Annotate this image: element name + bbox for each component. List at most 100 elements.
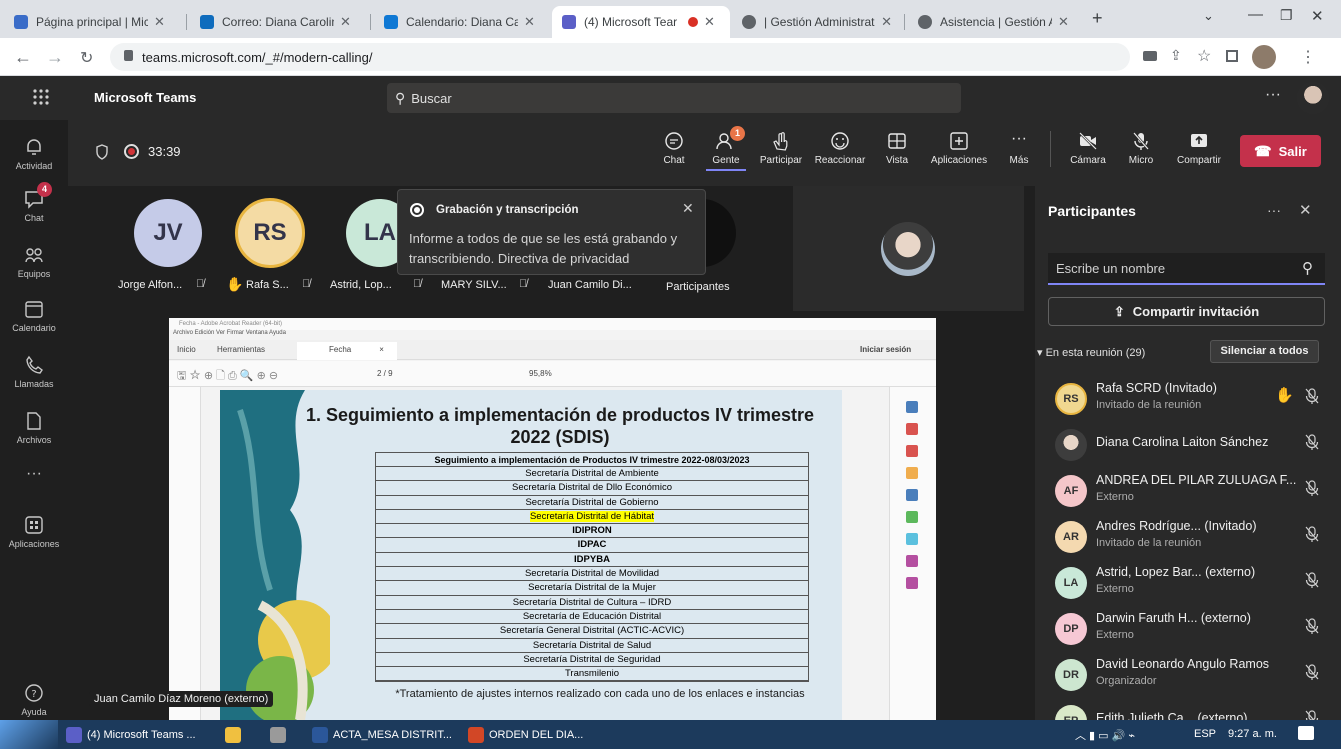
pdf-page-info[interactable]: 2 / 9 xyxy=(377,369,393,378)
url-input[interactable]: teams.microsoft.com/_#/modern-calling/ xyxy=(110,43,1130,71)
muted-mic-icon[interactable] xyxy=(1303,663,1323,683)
close-icon[interactable]: ✕ xyxy=(154,14,165,30)
leave-button[interactable]: ☎ Salir xyxy=(1240,135,1321,167)
browser-tab-calendar[interactable]: Calendario: Diana Car ✕ xyxy=(374,6,552,38)
clock[interactable]: 9:27 a. m. xyxy=(1228,728,1277,740)
tray-icons[interactable]: ︿ ▮ ▭ 🔊 ⌁ xyxy=(1075,727,1135,743)
pdf-zoom[interactable]: 95,8% xyxy=(529,369,552,378)
toolbar-apps-button[interactable]: Aplicaciones xyxy=(926,131,992,166)
hand-icon xyxy=(771,131,791,151)
close-icon[interactable]: ✕ xyxy=(524,14,535,30)
rail-item-more[interactable]: ··· xyxy=(0,465,68,483)
start-button[interactable] xyxy=(0,720,58,749)
minimize-icon[interactable]: — xyxy=(1248,6,1263,23)
pdf-tab-tools[interactable]: Herramientas xyxy=(217,345,265,354)
taskbar-word[interactable]: ACTA_MESA DISTRIT... xyxy=(312,723,452,747)
muted-mic-icon[interactable] xyxy=(1303,433,1323,453)
close-icon[interactable]: ✕ xyxy=(881,14,892,30)
settings-more-icon[interactable]: ··· xyxy=(1265,86,1281,104)
share-invite-button[interactable]: ⇪ Compartir invitación xyxy=(1048,297,1325,326)
tab-search-icon[interactable]: ⌄ xyxy=(1203,8,1214,24)
gallery-avatar-rs[interactable]: RS xyxy=(235,198,305,268)
app-launcher-icon[interactable] xyxy=(32,88,50,106)
add-app-icon xyxy=(949,131,969,151)
close-icon[interactable]: ✕ xyxy=(1299,201,1312,219)
reload-icon[interactable]: ↻ xyxy=(80,48,93,68)
pdf-table-header: Seguimiento a implementación de Producto… xyxy=(376,453,808,467)
new-tab-icon[interactable]: + xyxy=(1092,8,1103,29)
window-close-icon[interactable]: ✕ xyxy=(1311,7,1324,25)
browser-tab-home[interactable]: Página principal | Micr ✕ xyxy=(4,6,184,38)
restore-icon[interactable]: ❐ xyxy=(1280,7,1293,24)
toolbar-people-button[interactable]: 1 Gente xyxy=(706,126,746,171)
toolbar-more-button[interactable]: ··· Más xyxy=(1006,131,1032,167)
toolbar-chat-button[interactable]: Chat xyxy=(660,131,688,166)
pdf-tab-doc[interactable]: Fecha × xyxy=(297,342,397,360)
muted-mic-icon[interactable] xyxy=(1303,525,1323,545)
pdf-tab-home[interactable]: Inicio xyxy=(177,345,196,354)
muted-mic-icon[interactable] xyxy=(1303,479,1323,499)
participant-search-input[interactable]: Escribe un nombre ⚲ xyxy=(1048,253,1325,285)
self-video-tile[interactable] xyxy=(793,186,1024,311)
search-input[interactable]: ⚲ Buscar xyxy=(387,83,961,113)
pdf-signin[interactable]: Iniciar sesión xyxy=(860,345,911,354)
taskbar-explorer[interactable] xyxy=(225,723,246,747)
rail-item-chat[interactable]: 4 Chat xyxy=(0,182,68,223)
rail-item-ayuda[interactable]: ? Ayuda xyxy=(0,682,68,717)
toolbar-share-button[interactable]: Compartir xyxy=(1173,131,1225,166)
sidepanel-icon[interactable] xyxy=(1226,50,1238,62)
browser-menu-icon[interactable]: ⋮ xyxy=(1300,47,1316,67)
participant-row[interactable]: LA Astrid, Lopez Bar... (externo) Externo xyxy=(1035,559,1341,605)
browser-tab-mail[interactable]: Correo: Diana Carolina ✕ xyxy=(190,6,368,38)
browser-tab-asistencia[interactable]: Asistencia | Gestión A ✕ xyxy=(908,6,1080,38)
mute-all-button[interactable]: Silenciar a todos xyxy=(1210,340,1319,363)
muted-mic-icon[interactable] xyxy=(1303,387,1323,407)
user-avatar[interactable] xyxy=(1297,82,1329,114)
participant-row[interactable]: RS Rafa SCRD (Invitado) Invitado de la reu… xyxy=(1035,375,1341,421)
toolbar-react-button[interactable]: Reaccionar xyxy=(811,131,869,166)
browser-tab-gestion[interactable]: | Gestión Administrati ✕ xyxy=(732,6,902,38)
rail-item-actividad[interactable]: Actividad xyxy=(0,136,68,171)
rail-item-archivos[interactable]: Archivos xyxy=(0,410,68,445)
participant-role: Externo xyxy=(1096,629,1134,641)
participant-row[interactable]: AR Andres Rodrígue... (Invitado) Invitado … xyxy=(1035,513,1341,559)
close-icon[interactable]: ✕ xyxy=(340,14,351,30)
notifications-icon[interactable] xyxy=(1298,726,1314,740)
rail-item-equipos[interactable]: Equipos xyxy=(0,244,68,279)
shield-icon[interactable] xyxy=(95,144,109,160)
in-meeting-section-toggle[interactable]: ▾ En esta reunión (29) xyxy=(1037,346,1145,359)
taskbar-teams[interactable]: (4) Microsoft Teams ... xyxy=(66,723,196,747)
taskbar-app[interactable] xyxy=(270,723,291,747)
pane-more-icon[interactable]: ··· xyxy=(1267,202,1281,218)
share-page-icon[interactable]: ⇪ xyxy=(1170,47,1182,64)
overflow-participants-label[interactable]: Participantes xyxy=(666,281,730,293)
close-icon[interactable]: ✕ xyxy=(704,14,715,30)
muted-mic-icon[interactable] xyxy=(1303,571,1323,591)
toolbar-mic-button[interactable]: Micro xyxy=(1126,131,1156,166)
rail-item-llamadas[interactable]: Llamadas xyxy=(0,354,68,389)
forward-icon[interactable]: → xyxy=(46,47,64,68)
profile-avatar[interactable] xyxy=(1252,45,1276,69)
camera-in-use-icon[interactable] xyxy=(1143,51,1157,61)
close-icon[interactable]: ✕ xyxy=(1058,14,1069,30)
close-icon[interactable]: × xyxy=(379,345,384,354)
toolbar-raise-hand-button[interactable]: Participar xyxy=(758,131,804,166)
participant-row[interactable]: DP Darwin Faruth H... (externo) Externo xyxy=(1035,605,1341,651)
participant-row[interactable]: Diana Carolina Laiton Sánchez xyxy=(1035,421,1341,467)
participant-row[interactable]: DR David Leonardo Angulo Ramos Organizador xyxy=(1035,651,1341,697)
bookmark-star-icon[interactable]: ☆ xyxy=(1197,46,1211,66)
taskbar-powerpoint[interactable]: ORDEN DEL DIA... xyxy=(468,723,583,747)
participant-row[interactable]: AF ANDREA DEL PILAR ZULUAGA F... Externo xyxy=(1035,467,1341,513)
gallery-avatar-jv[interactable]: JV xyxy=(134,199,202,267)
language-indicator[interactable]: ESP xyxy=(1194,728,1216,740)
toolbar-view-button[interactable]: Vista xyxy=(882,131,912,166)
back-icon[interactable]: ← xyxy=(14,47,32,68)
rail-item-aplicaciones[interactable]: Aplicaciones xyxy=(0,514,68,549)
browser-tab-teams[interactable]: (4) Microsoft Tear ✕ xyxy=(552,6,730,38)
close-icon[interactable]: ✕ xyxy=(682,200,694,217)
pdf-tool-icons[interactable]: 🖫 ☆ ⊕ 🗋 ⎙ 🔍 ⊕ ⊖ xyxy=(177,367,278,386)
muted-mic-icon[interactable] xyxy=(1303,617,1323,637)
rail-item-calendario[interactable]: Calendario xyxy=(0,298,68,333)
toolbar-camera-button[interactable]: Cámara xyxy=(1070,131,1106,166)
participant-avatar: DP xyxy=(1055,613,1087,645)
